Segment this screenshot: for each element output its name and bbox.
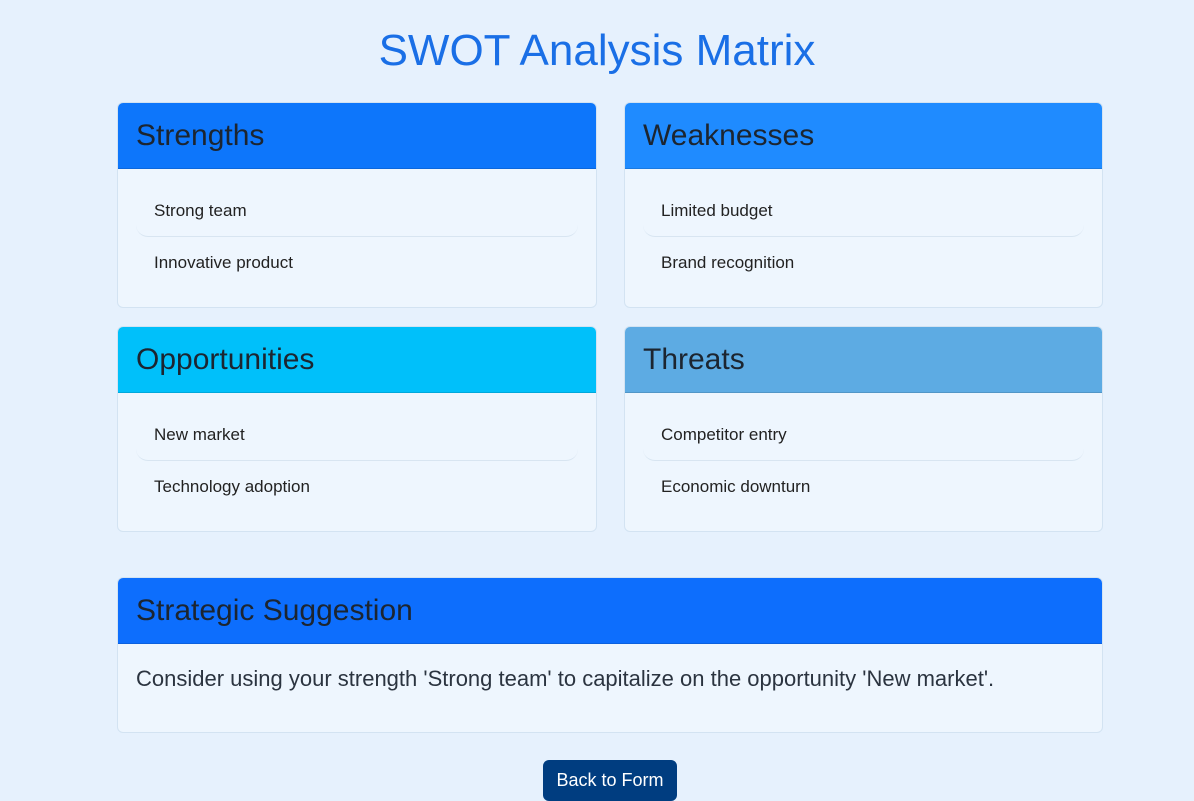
weaknesses-list: Limited budget Brand recognition [643,185,1084,288]
strategic-suggestion-header: Strategic Suggestion [118,578,1102,644]
threats-list: Competitor entry Economic downturn [643,409,1084,512]
opportunities-list-item: Technology adoption [154,477,310,496]
opportunities-list: New market Technology adoption [136,409,578,512]
opportunities-body: New market Technology adoption [118,393,596,528]
strengths-header: Strengths [118,103,596,169]
threats-header: Threats [625,327,1102,393]
threats-list-item: Competitor entry [643,409,1084,461]
strengths-list-item: Innovative product [154,253,293,272]
back-to-form-button[interactable]: Back to Form [543,760,677,801]
opportunities-list-item: New market [136,409,578,461]
weaknesses-list-item: Limited budget [643,185,1084,237]
weaknesses-card: Weaknesses Limited budget Brand recognit… [624,102,1103,308]
opportunities-card: Opportunities New market Technology adop… [117,326,597,532]
weaknesses-body: Limited budget Brand recognition [625,169,1102,304]
strategic-suggestion-card: Strategic Suggestion Consider using your… [117,577,1103,733]
weaknesses-header: Weaknesses [625,103,1102,169]
strategic-suggestion-text: Consider using your strength 'Strong tea… [136,666,995,691]
weaknesses-list-item: Brand recognition [661,253,795,272]
strengths-list: Strong team Innovative product [136,185,578,288]
strengths-body: Strong team Innovative product [118,169,596,304]
page-title: SWOT Analysis Matrix [378,26,816,75]
opportunities-header: Opportunities [118,327,596,393]
strengths-list-item: Strong team [136,185,578,237]
threats-card: Threats Competitor entry Economic downtu… [624,326,1103,532]
threats-list-item: Economic downturn [661,477,811,496]
strengths-card: Strengths Strong team Innovative product [117,102,597,308]
threats-body: Competitor entry Economic downturn [625,393,1102,528]
